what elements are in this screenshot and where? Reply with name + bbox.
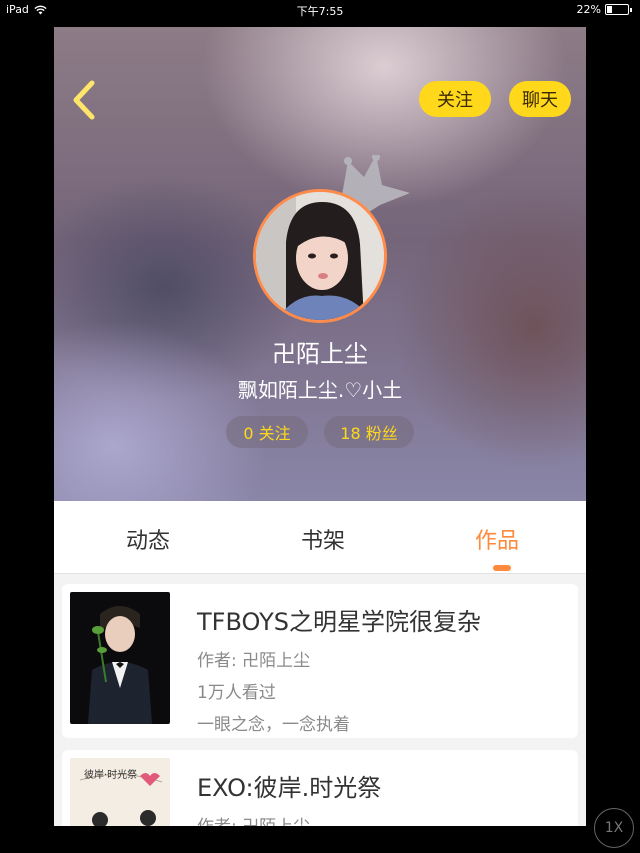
status-bar: iPad 下午7:55 22%	[0, 0, 640, 20]
app-screen: 关注 聊天 卍陌上尘 飘如陌上尘.♡小土 0 关注 18 粉丝 动态 书架 作品…	[54, 27, 586, 826]
active-tab-indicator	[493, 565, 511, 571]
status-time: 下午7:55	[296, 5, 344, 18]
book-title: EXO:彼岸.时光祭	[197, 774, 382, 802]
list-item[interactable]: 彼岸·时光祭 EXO:彼岸.时光祭 作者: 卍陌上尘	[62, 750, 578, 826]
status-right: 22%	[577, 3, 632, 16]
avatar[interactable]	[253, 189, 387, 323]
username: 卍陌上尘	[272, 340, 368, 368]
profile-tabs: 动态 书架 作品	[54, 501, 586, 574]
profile-header: 关注 聊天 卍陌上尘 飘如陌上尘.♡小土 0 关注 18 粉丝	[54, 27, 586, 501]
battery-tip	[630, 7, 632, 12]
book-cover-image	[70, 592, 170, 724]
book-author: 作者: 卍陌上尘	[197, 812, 310, 826]
book-cover: 彼岸·时光祭	[70, 758, 170, 826]
battery-percent: 22%	[576, 3, 601, 16]
chevron-left-icon	[73, 80, 95, 120]
tab-bookshelf[interactable]: 书架	[301, 523, 345, 555]
user-signature: 飘如陌上尘.♡小土	[237, 378, 403, 402]
follow-button[interactable]: 关注	[419, 81, 491, 117]
book-description: 一眼之念，一念执着	[197, 715, 350, 735]
avatar-photo	[256, 192, 384, 320]
zoom-1x-button[interactable]: 1X	[594, 808, 634, 848]
list-item[interactable]: TFBOYS之明星学院很复杂 作者: 卍陌上尘 1万人看过 一眼之念，一念执着	[62, 584, 578, 738]
tab-works[interactable]: 作品	[475, 523, 519, 555]
tab-dynamics[interactable]: 动态	[126, 523, 170, 555]
following-count[interactable]: 0 关注	[226, 416, 308, 448]
back-button[interactable]	[68, 77, 102, 123]
avatar-wrapper	[253, 189, 387, 323]
chat-button[interactable]: 聊天	[509, 81, 571, 117]
battery-icon	[605, 4, 629, 15]
book-views: 1万人看过	[197, 683, 276, 703]
book-cover-caption: 彼岸·时光祭	[84, 770, 138, 781]
book-author: 作者: 卍陌上尘	[197, 651, 311, 671]
book-cover	[70, 592, 170, 724]
battery-fill	[607, 6, 612, 13]
book-title: TFBOYS之明星学院很复杂	[197, 608, 481, 636]
fans-count[interactable]: 18 粉丝	[324, 416, 414, 448]
